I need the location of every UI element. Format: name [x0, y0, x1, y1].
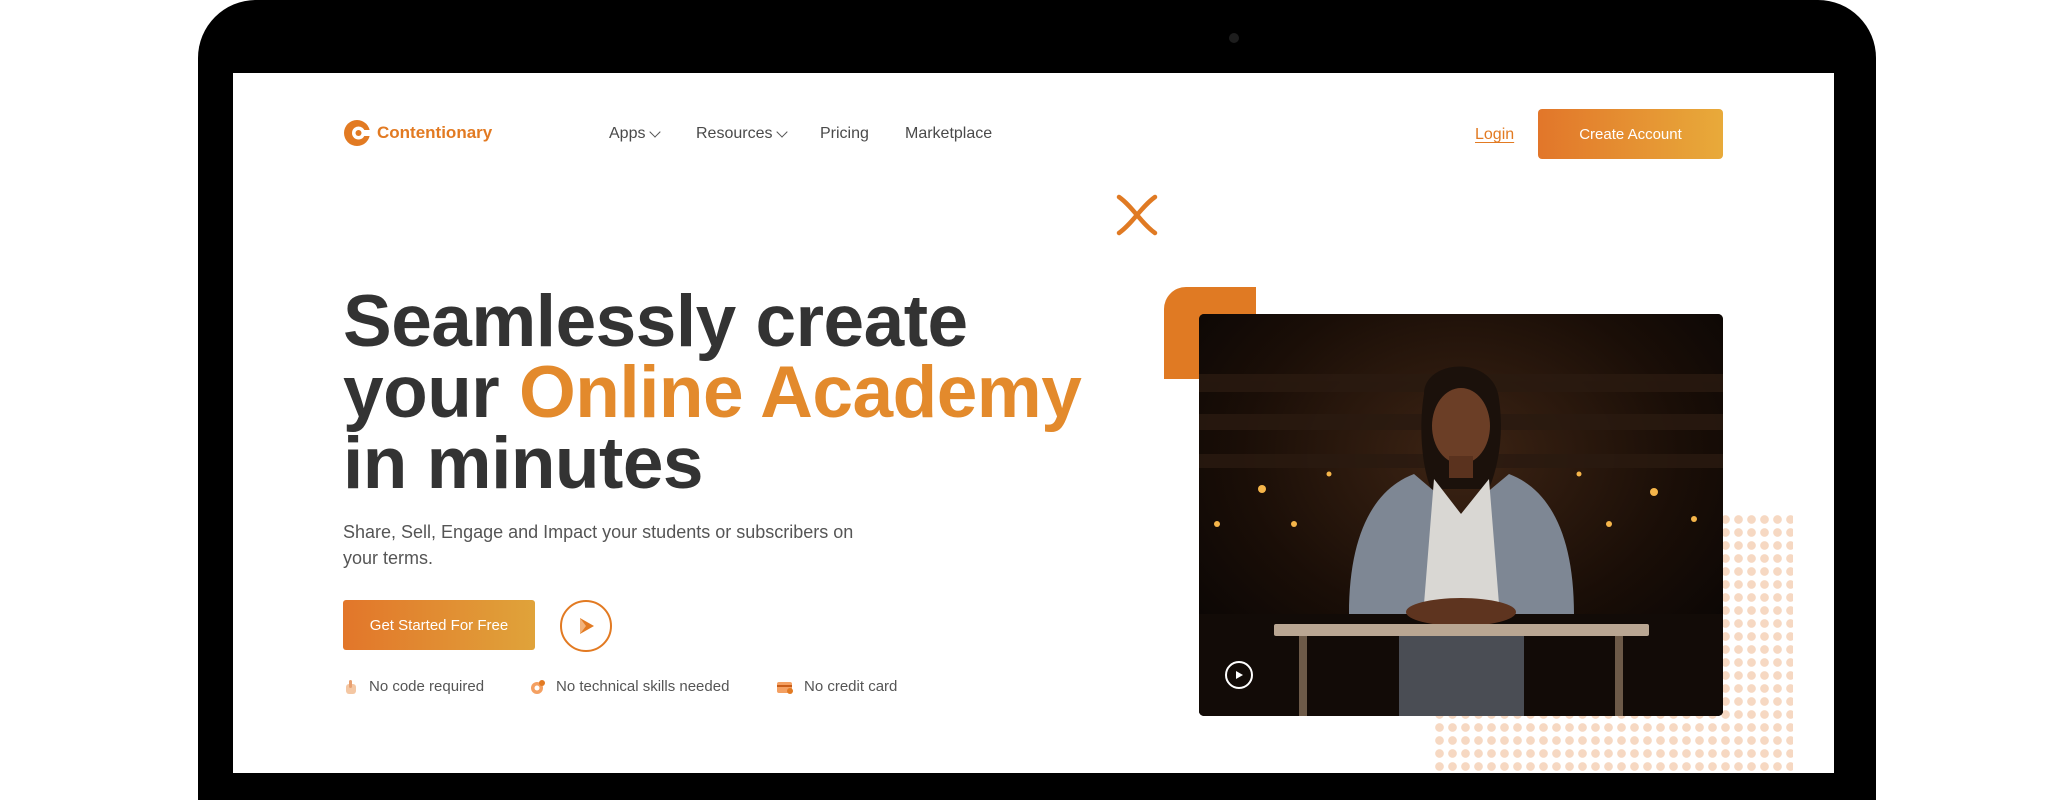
play-video-button[interactable]	[560, 600, 612, 652]
hero-video-thumbnail[interactable]	[1199, 314, 1723, 716]
feature-label: No technical skills needed	[556, 678, 730, 695]
browser-screen: Contentionary Apps Resources Pricing Mar…	[233, 73, 1834, 773]
hero-subtitle: Share, Sell, Engage and Impact your stud…	[343, 522, 854, 568]
camera-dot	[1229, 33, 1239, 43]
chevron-down-icon	[649, 126, 662, 138]
chevron-down-icon	[776, 126, 789, 138]
play-icon	[1236, 671, 1243, 679]
nav-pricing-label: Pricing	[820, 125, 869, 142]
nav-resources[interactable]: Resources	[696, 125, 789, 143]
x-mark-icon	[1116, 194, 1158, 236]
teacher-photo	[1199, 314, 1723, 716]
feature-label: No code required	[369, 678, 485, 695]
nav-resources-label: Resources	[696, 125, 773, 142]
brand-logo[interactable]: Contentionary	[343, 119, 492, 147]
nav-pricing[interactable]: Pricing	[820, 125, 869, 143]
play-icon	[580, 618, 594, 634]
brand-name: Contentionary	[377, 123, 493, 142]
gear-person-icon	[531, 679, 545, 694]
hero-accent-text: Online Academy	[518, 352, 1082, 433]
get-started-button[interactable]: Get Started For Free	[343, 600, 535, 650]
nav-apps-label: Apps	[609, 125, 646, 142]
nav-marketplace[interactable]: Marketplace	[905, 125, 992, 143]
video-play-button[interactable]	[1225, 661, 1253, 689]
hero-line-1: Seamlessly create	[343, 281, 968, 362]
feature-no-code: No code required	[343, 678, 484, 695]
login-link[interactable]: Login	[1475, 126, 1514, 144]
pointer-hand-icon	[346, 679, 356, 694]
feature-no-credit-card: No credit card	[776, 678, 897, 695]
create-account-button[interactable]: Create Account	[1538, 109, 1723, 159]
contentionary-logo-icon	[344, 120, 371, 146]
feature-label: No credit card	[804, 678, 898, 695]
hero-headline: Seamlessly create your Online Academy in…	[343, 281, 1082, 504]
hero-line-2: your Online Academy	[343, 356, 1082, 429]
nav-marketplace-label: Marketplace	[905, 125, 993, 142]
hero-line-2-plain: your	[343, 352, 519, 433]
hero-line-3: in minutes	[343, 423, 704, 504]
nav-apps[interactable]: Apps	[609, 125, 662, 143]
feature-no-skills: No technical skills needed	[530, 678, 729, 695]
credit-card-icon	[777, 681, 793, 694]
